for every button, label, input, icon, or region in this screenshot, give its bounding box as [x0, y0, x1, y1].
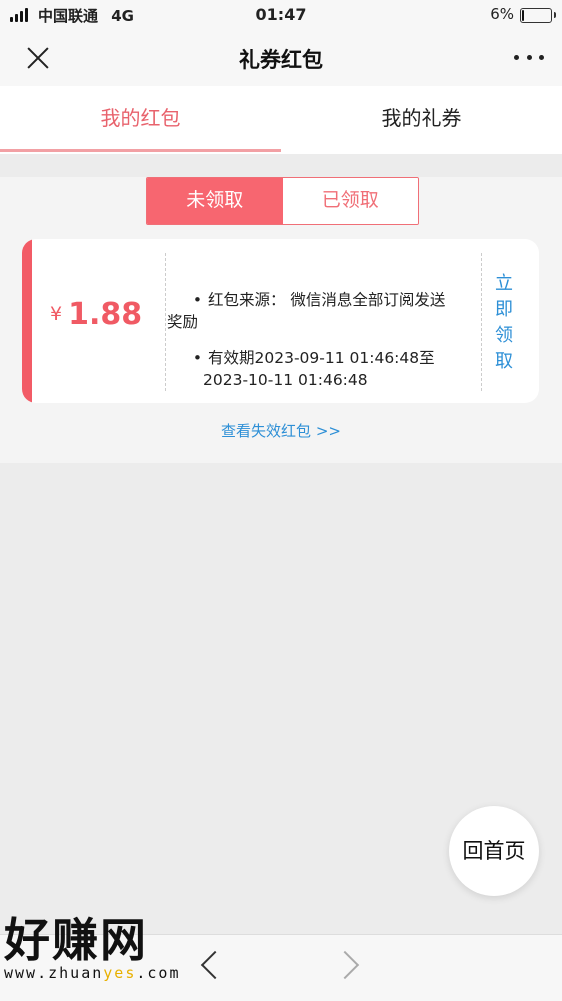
tab-my-coupons[interactable]: 我的礼券: [281, 86, 562, 154]
claim-char: 立: [495, 273, 513, 294]
back-arrow-icon[interactable]: [200, 950, 230, 980]
watermark-text: 好赚网: [4, 913, 148, 967]
status-bar: 中国联通 4G 01:47 6%: [0, 0, 562, 30]
segment-claimed[interactable]: 已领取: [282, 178, 418, 224]
claim-status-toggle: 未领取 已领取: [146, 177, 419, 225]
bullet: •: [192, 291, 202, 309]
packet-info: • 红包来源： 微信消息全部订阅发送 奖励 • 有效期2023-09-11 01:4…: [167, 289, 467, 391]
battery-icon: [520, 8, 556, 23]
validity-text: 有效期2023-09-11 01:46:48至: [208, 349, 435, 367]
home-button[interactable]: 回首页: [449, 806, 539, 896]
battery-percent: 6%: [490, 5, 514, 23]
watermark-url: www.zhuanyes.com: [4, 964, 181, 982]
amount-value: 1.88: [68, 297, 143, 332]
tab-bar: 我的红包 我的礼券: [0, 86, 562, 154]
red-packet-card: ¥1.88 • 红包来源： 微信消息全部订阅发送 奖励 • 有效期2023-09-1…: [22, 239, 539, 403]
divider: [481, 253, 482, 391]
source-text-cont: 奖励: [167, 313, 199, 331]
divider: [165, 253, 166, 391]
packet-amount: ¥1.88: [50, 297, 142, 332]
validity-text-cont: 2023-10-11 01:46:48: [203, 371, 368, 389]
nav-bar: 礼券红包: [0, 30, 562, 86]
card-accent-strip: [22, 239, 32, 403]
watermark-logo: 好赚网 www.zhuanyes.com: [4, 914, 181, 982]
content-panel: 未领取 已领取 ¥1.88 • 红包来源： 微信消息全部订阅发送 奖励 • 有效期2…: [0, 177, 562, 463]
source-text: 红包来源： 微信消息全部订阅发送: [208, 291, 446, 309]
tab-my-red-packets[interactable]: 我的红包: [0, 86, 281, 154]
claim-char: 领: [495, 325, 513, 346]
bullet: •: [192, 349, 202, 367]
clock: 01:47: [255, 5, 307, 24]
more-icon[interactable]: [514, 45, 544, 69]
battery-level: [522, 10, 524, 21]
page-title: 礼券红包: [239, 48, 323, 72]
segment-unclaimed[interactable]: 未领取: [147, 178, 283, 224]
claim-char: 即: [495, 299, 513, 320]
claim-char: 取: [495, 351, 513, 372]
validity-item: • 有效期2023-09-11 01:46:48至: [167, 347, 467, 369]
view-expired-link[interactable]: 查看失效红包 >>: [0, 420, 562, 441]
source-item: • 红包来源： 微信消息全部订阅发送: [167, 289, 467, 311]
currency-symbol: ¥: [50, 303, 63, 325]
claim-now-button[interactable]: 立 即 领 取: [490, 271, 518, 375]
forward-arrow-icon[interactable]: [330, 950, 360, 980]
